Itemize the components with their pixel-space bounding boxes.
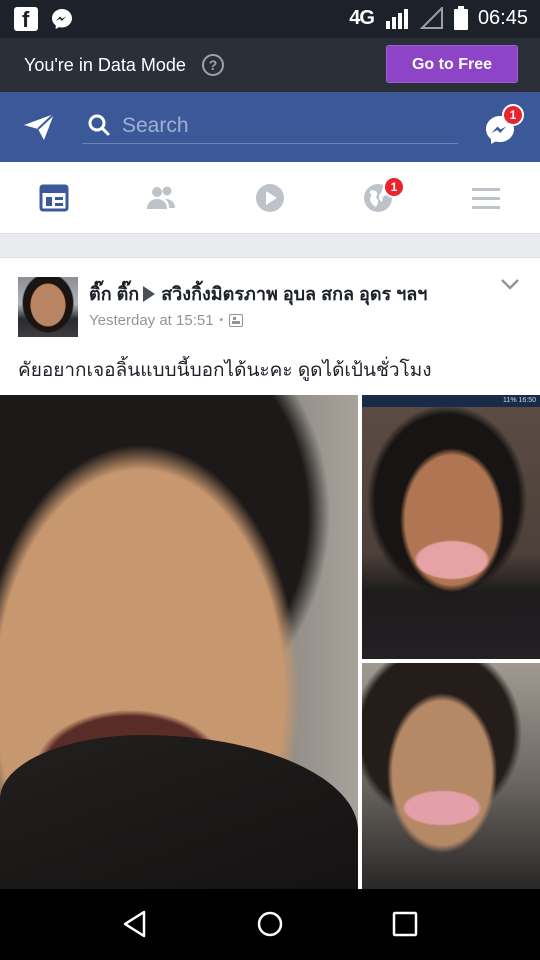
help-icon[interactable]: ? [202,54,224,76]
notifications-badge: 1 [383,176,405,198]
battery-icon [453,6,468,30]
news-feed-tab[interactable] [38,182,70,214]
home-icon[interactable] [255,909,285,939]
video-tab[interactable] [254,182,286,214]
friends-tab[interactable] [145,182,177,214]
menu-tab[interactable] [470,182,502,214]
feed-post: ติ๊ก ติ๊ก สวิงกิ้งมิตรภาพ อุบล สกล อุดร ฯ… [0,259,540,889]
facebook-icon: f [14,7,38,32]
avatar[interactable] [18,277,78,337]
navigation-bar [0,889,540,960]
clock: 06:45 [477,6,528,29]
group-privacy-icon [229,314,244,327]
author-name[interactable]: ติ๊ก ติ๊ก [89,284,139,304]
post-timestamp[interactable]: Yesterday at 15:51 [89,312,214,329]
chevron-down-icon[interactable] [500,277,520,291]
go-to-free-button[interactable]: Go to Free [386,45,518,83]
signal-icon [385,9,408,29]
arrow-right-icon [143,286,156,302]
network-type: 4G [349,6,375,29]
tab-bar [0,162,540,234]
meta-separator: • [219,315,224,326]
feed-divider [0,234,540,258]
data-mode-bar: You're in Data Mode ? Go to Free [0,38,540,92]
messenger-icon [52,9,72,29]
photo-status-strip: 11% 16:50 [362,395,540,407]
search-input[interactable]: Search [122,114,189,138]
recents-icon[interactable] [390,909,420,939]
search-bar[interactable]: Search [82,106,458,144]
photo-subject-shape [0,735,358,889]
post-photo-main[interactable] [0,395,358,889]
app-header: Search 1 [0,92,540,162]
post-photo-top-right[interactable]: 11% 16:50 [362,395,540,659]
post-photo-bottom-right[interactable] [362,663,540,889]
back-icon[interactable] [120,909,150,939]
no-signal-icon [419,7,443,29]
group-name[interactable]: สวิงกิ้งมิตรภาพ อุบล สกล อุดร ฯลฯ [161,284,427,304]
post-header: ติ๊ก ติ๊ก สวิงกิ้งมิตรภาพ อุบล สกล อุดร ฯ… [89,279,427,308]
data-mode-label: You're in Data Mode [24,55,186,75]
search-icon [88,114,110,136]
post-text: คัยอยากเจอลิ้นแบบนี้บอกได้นะคะ ดูดได้เป้… [18,360,432,381]
post-meta: Yesterday at 15:51 • [89,312,244,329]
messenger-badge: 1 [502,104,524,126]
status-bar: f 4G 06:45 [0,0,540,38]
send-icon[interactable] [22,112,56,142]
